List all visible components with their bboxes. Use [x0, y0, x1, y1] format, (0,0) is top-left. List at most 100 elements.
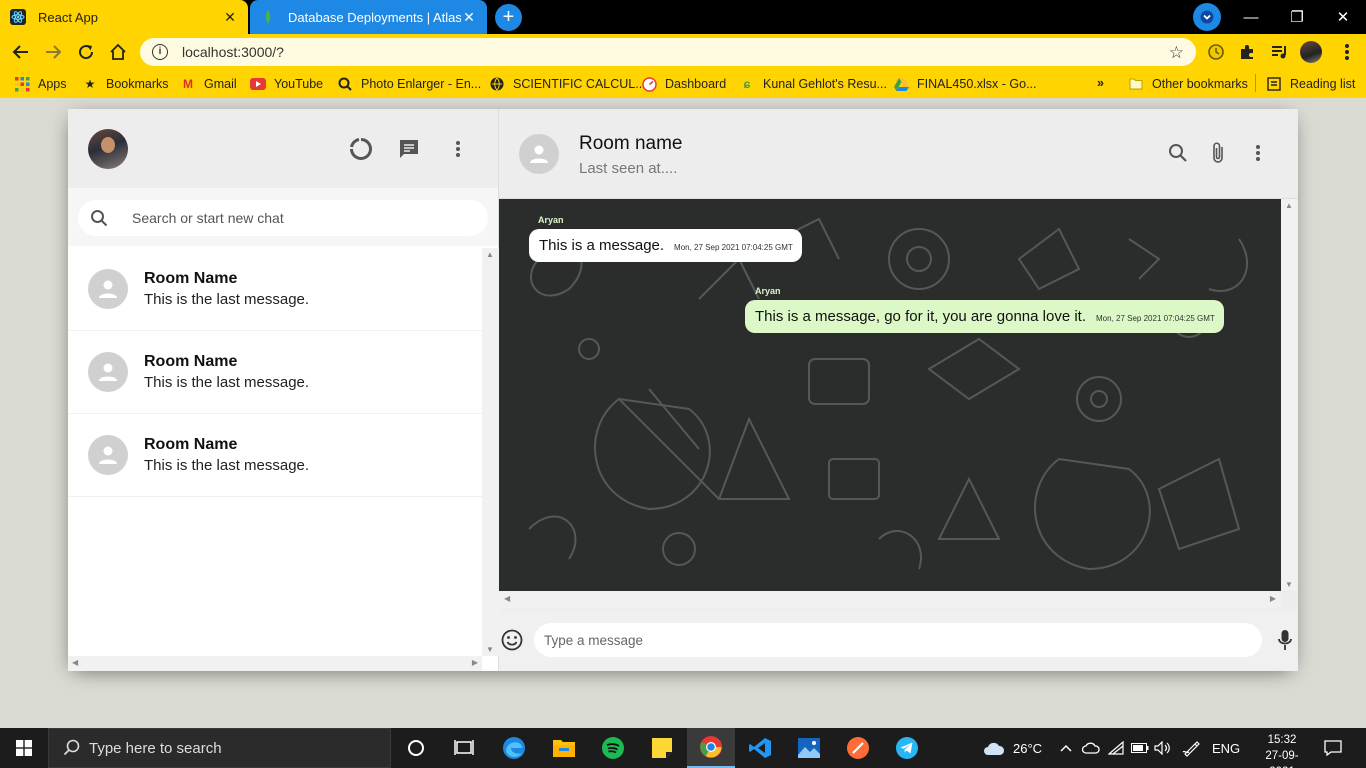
file-explorer-icon[interactable]	[540, 728, 588, 768]
tab-react-app[interactable]: React App ✕	[0, 0, 248, 34]
back-button[interactable]	[8, 39, 34, 65]
photos-icon[interactable]	[785, 728, 833, 768]
address-bar[interactable]: i localhost:3000/? ☆	[140, 38, 1196, 66]
chat-horizontal-scrollbar[interactable]: ◀ ▶	[499, 591, 1281, 608]
cortana-icon[interactable]	[392, 728, 440, 768]
bookmark-youtube[interactable]: YouTube	[250, 76, 323, 92]
bookmark-label: FINAL450.xlsx - Go...	[917, 77, 1037, 91]
status-button[interactable]	[348, 136, 374, 162]
person-icon	[88, 352, 128, 392]
bookmark-scientific-calc[interactable]: SCIENTIFIC CALCUL...	[489, 76, 646, 92]
task-view-icon[interactable]	[440, 728, 488, 768]
chat-room-name: Room Name	[144, 353, 238, 370]
chat-menu-button[interactable]	[1245, 140, 1271, 166]
minimize-button[interactable]: —	[1228, 0, 1274, 34]
pen-icon[interactable]	[1182, 728, 1200, 768]
tab-close-icon[interactable]: ✕	[222, 9, 238, 26]
wifi-icon[interactable]	[1108, 728, 1124, 768]
tab-close-icon[interactable]: ✕	[461, 9, 477, 26]
new-chat-button[interactable]	[396, 136, 422, 162]
tab-search-button[interactable]	[1193, 3, 1221, 31]
reload-button[interactable]	[73, 39, 99, 65]
bookmark-other[interactable]: Other bookmarks	[1128, 76, 1248, 92]
onedrive-icon[interactable]	[1082, 728, 1100, 768]
chat-last-message: This is the last message.	[144, 374, 310, 391]
person-icon	[88, 269, 128, 309]
bookmark-label: Dashboard	[665, 77, 727, 91]
extensions-puzzle-icon[interactable]	[1236, 41, 1258, 63]
chat-room-name: Room Name	[144, 270, 238, 287]
notifications-icon[interactable]	[1324, 728, 1342, 768]
telegram-icon[interactable]	[883, 728, 931, 768]
tab-atlas[interactable]: Database Deployments | Atlas: M ✕	[250, 0, 487, 34]
chat-vertical-scrollbar[interactable]: ▲ ▼	[1281, 199, 1298, 591]
volume-icon[interactable]	[1154, 728, 1172, 768]
vscode-icon[interactable]	[736, 728, 784, 768]
bookmark-label: Apps	[38, 77, 67, 91]
home-button[interactable]	[105, 39, 131, 65]
new-tab-button[interactable]: +	[495, 4, 522, 31]
battery-icon[interactable]	[1131, 728, 1149, 768]
url-text: localhost:3000/?	[182, 44, 284, 60]
sticky-notes-icon[interactable]	[638, 728, 686, 768]
user-avatar[interactable]	[88, 129, 128, 169]
chat-list-vertical-scrollbar[interactable]: ▲ ▼	[482, 248, 499, 656]
message-bubble: This is a message. Mon, 27 Sep 2021 07:0…	[529, 229, 802, 262]
chat-list-horizontal-scrollbar[interactable]: ◀ ▶	[68, 656, 482, 671]
bookmark-final450[interactable]: FINAL450.xlsx - Go...	[893, 76, 1036, 92]
bookmark-resume[interactable]: ɕ Kunal Gehlot's Resu...	[739, 76, 887, 92]
bookmark-apps[interactable]: Apps	[14, 76, 67, 92]
sidebar: Room Name This is the last message. Room…	[68, 109, 499, 671]
extension-timer-icon[interactable]	[1205, 41, 1227, 63]
bookmark-star-icon[interactable]: ☆	[1169, 43, 1184, 63]
chat-list-item[interactable]: Room Name This is the last message.	[68, 414, 482, 497]
media-control-icon[interactable]	[1268, 41, 1290, 63]
close-window-button[interactable]: ✕	[1320, 0, 1366, 34]
bookmark-dashboard[interactable]: Dashboard	[641, 76, 726, 92]
leaf-icon: ɕ	[743, 77, 751, 91]
taskbar-clock[interactable]: 15:32 27-09-2021	[1254, 732, 1310, 768]
search-chat-button[interactable]	[1165, 140, 1191, 166]
tray-chevron-up-icon[interactable]	[1060, 728, 1072, 768]
chat-body: Aryan This is a message. Mon, 27 Sep 202…	[499, 199, 1281, 591]
tab-title: Database Deployments | Atlas: M	[288, 9, 461, 25]
chat-list-item[interactable]: Room Name This is the last message.	[68, 331, 482, 414]
info-icon[interactable]: i	[152, 44, 168, 60]
language-indicator[interactable]: ENG	[1212, 728, 1240, 768]
emoji-button[interactable]	[501, 629, 523, 651]
last-seen-text: Last seen at....	[579, 160, 678, 177]
bookmark-photo-enlarger[interactable]: Photo Enlarger - En...	[337, 76, 481, 92]
voice-message-button[interactable]	[1277, 629, 1295, 651]
forward-button[interactable]	[40, 39, 66, 65]
room-avatar[interactable]	[519, 134, 559, 174]
whatsapp-clone-app: Room Name This is the last message. Room…	[68, 109, 1298, 671]
chat-list-item[interactable]: Room Name This is the last message.	[68, 248, 482, 331]
drive-icon	[893, 76, 909, 92]
start-button[interactable]	[0, 728, 48, 768]
message-sender: Aryan	[755, 286, 781, 296]
sidebar-menu-button[interactable]	[445, 136, 471, 162]
search-input[interactable]	[132, 210, 452, 226]
folder-icon	[1128, 76, 1144, 92]
message-timestamp: Mon, 27 Sep 2021 07:04:25 GMT	[1096, 314, 1215, 323]
weather-widget[interactable]: 26°C	[983, 728, 1042, 768]
profile-avatar[interactable]	[1300, 41, 1322, 63]
edge-icon[interactable]	[490, 728, 538, 768]
chat-icon	[400, 140, 418, 158]
chrome-icon[interactable]	[687, 728, 735, 768]
dashboard-icon	[641, 76, 657, 92]
divider	[1255, 74, 1256, 92]
bookmark-gmail[interactable]: M Gmail	[180, 76, 237, 92]
more-bookmarks-button[interactable]: »	[1097, 76, 1104, 90]
message-input[interactable]	[544, 632, 1224, 648]
reading-list-button[interactable]: Reading list	[1266, 76, 1355, 92]
bookmark-bookmarks[interactable]: ★ Bookmarks	[82, 76, 169, 92]
attach-button[interactable]	[1205, 140, 1231, 166]
restore-button[interactable]: ❐	[1274, 0, 1320, 34]
taskbar-search-box[interactable]: Type here to search	[48, 728, 391, 768]
browser-menu-icon[interactable]	[1336, 41, 1358, 63]
attach-file-icon	[1213, 142, 1223, 163]
message-text: This is a message, go for it, you are go…	[755, 308, 1087, 325]
spotify-icon[interactable]	[589, 728, 637, 768]
postman-icon[interactable]	[834, 728, 882, 768]
